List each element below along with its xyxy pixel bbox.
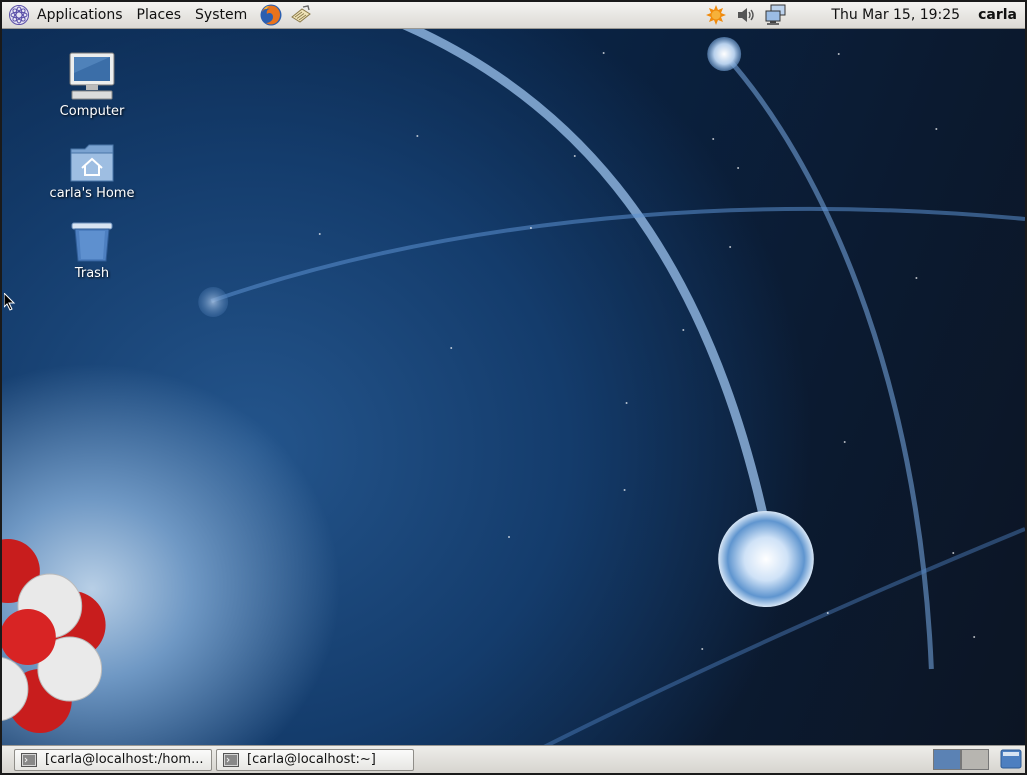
taskbar-button-label: [carla@localhost:/hom... bbox=[45, 752, 204, 767]
notes-launcher[interactable] bbox=[288, 2, 314, 28]
system-menu[interactable]: System bbox=[188, 2, 254, 28]
mouse-cursor-icon bbox=[4, 293, 16, 311]
taskbar-button-label: [carla@localhost:~] bbox=[247, 752, 376, 767]
network-status[interactable] bbox=[764, 3, 788, 27]
desktop-icon-computer[interactable]: Computer bbox=[42, 51, 142, 119]
clock[interactable]: Thu Mar 15, 19:25 bbox=[831, 7, 960, 23]
main-menu: Applications Places System bbox=[2, 2, 314, 28]
workspace-2[interactable] bbox=[961, 749, 989, 770]
applications-logo-icon[interactable] bbox=[8, 4, 30, 26]
desktop-icon-label: Trash bbox=[74, 266, 110, 281]
firefox-icon bbox=[260, 4, 282, 26]
bottom-panel: [carla@localhost:/hom... [carla@localhos… bbox=[2, 745, 1025, 773]
trash-icon bbox=[71, 222, 113, 262]
volume-icon bbox=[738, 8, 755, 22]
notes-icon bbox=[291, 5, 312, 23]
computer-icon bbox=[69, 52, 115, 100]
top-panel: Applications Places System Thu Mar 15, 1… bbox=[2, 2, 1025, 29]
places-menu[interactable]: Places bbox=[130, 2, 189, 28]
taskbar-button-terminal-2[interactable]: [carla@localhost:~] bbox=[216, 748, 414, 771]
user-switcher[interactable]: carla bbox=[978, 7, 1017, 23]
show-desktop-icon[interactable] bbox=[999, 748, 1023, 770]
terminal-icon bbox=[21, 752, 37, 767]
firefox-launcher[interactable] bbox=[258, 2, 284, 28]
terminal-icon bbox=[223, 752, 239, 767]
network-icon bbox=[765, 4, 786, 25]
home-folder-icon bbox=[70, 144, 114, 182]
desktop[interactable]: Computer carla's Home Trash bbox=[2, 29, 1025, 749]
taskbar-button-terminal-1[interactable]: [carla@localhost:/hom... bbox=[14, 748, 212, 771]
wallpaper bbox=[2, 29, 1025, 749]
applications-menu[interactable]: Applications bbox=[30, 2, 130, 28]
desktop-icon-trash[interactable]: Trash bbox=[42, 213, 142, 281]
volume-control[interactable] bbox=[734, 3, 758, 27]
screen: Applications Places System Thu Mar 15, 1… bbox=[0, 0, 1027, 775]
update-notifier[interactable] bbox=[704, 3, 728, 27]
workspace-1[interactable] bbox=[933, 749, 961, 770]
desktop-icon-label: Computer bbox=[59, 104, 125, 119]
desktop-icon-label: carla's Home bbox=[49, 186, 135, 201]
system-tray: Thu Mar 15, 19:25 carla bbox=[701, 2, 1025, 28]
desktop-icon-home[interactable]: carla's Home bbox=[42, 133, 142, 201]
update-notifier-icon bbox=[706, 5, 727, 25]
molecule-logo bbox=[2, 539, 106, 733]
workspace-switcher bbox=[933, 749, 989, 770]
